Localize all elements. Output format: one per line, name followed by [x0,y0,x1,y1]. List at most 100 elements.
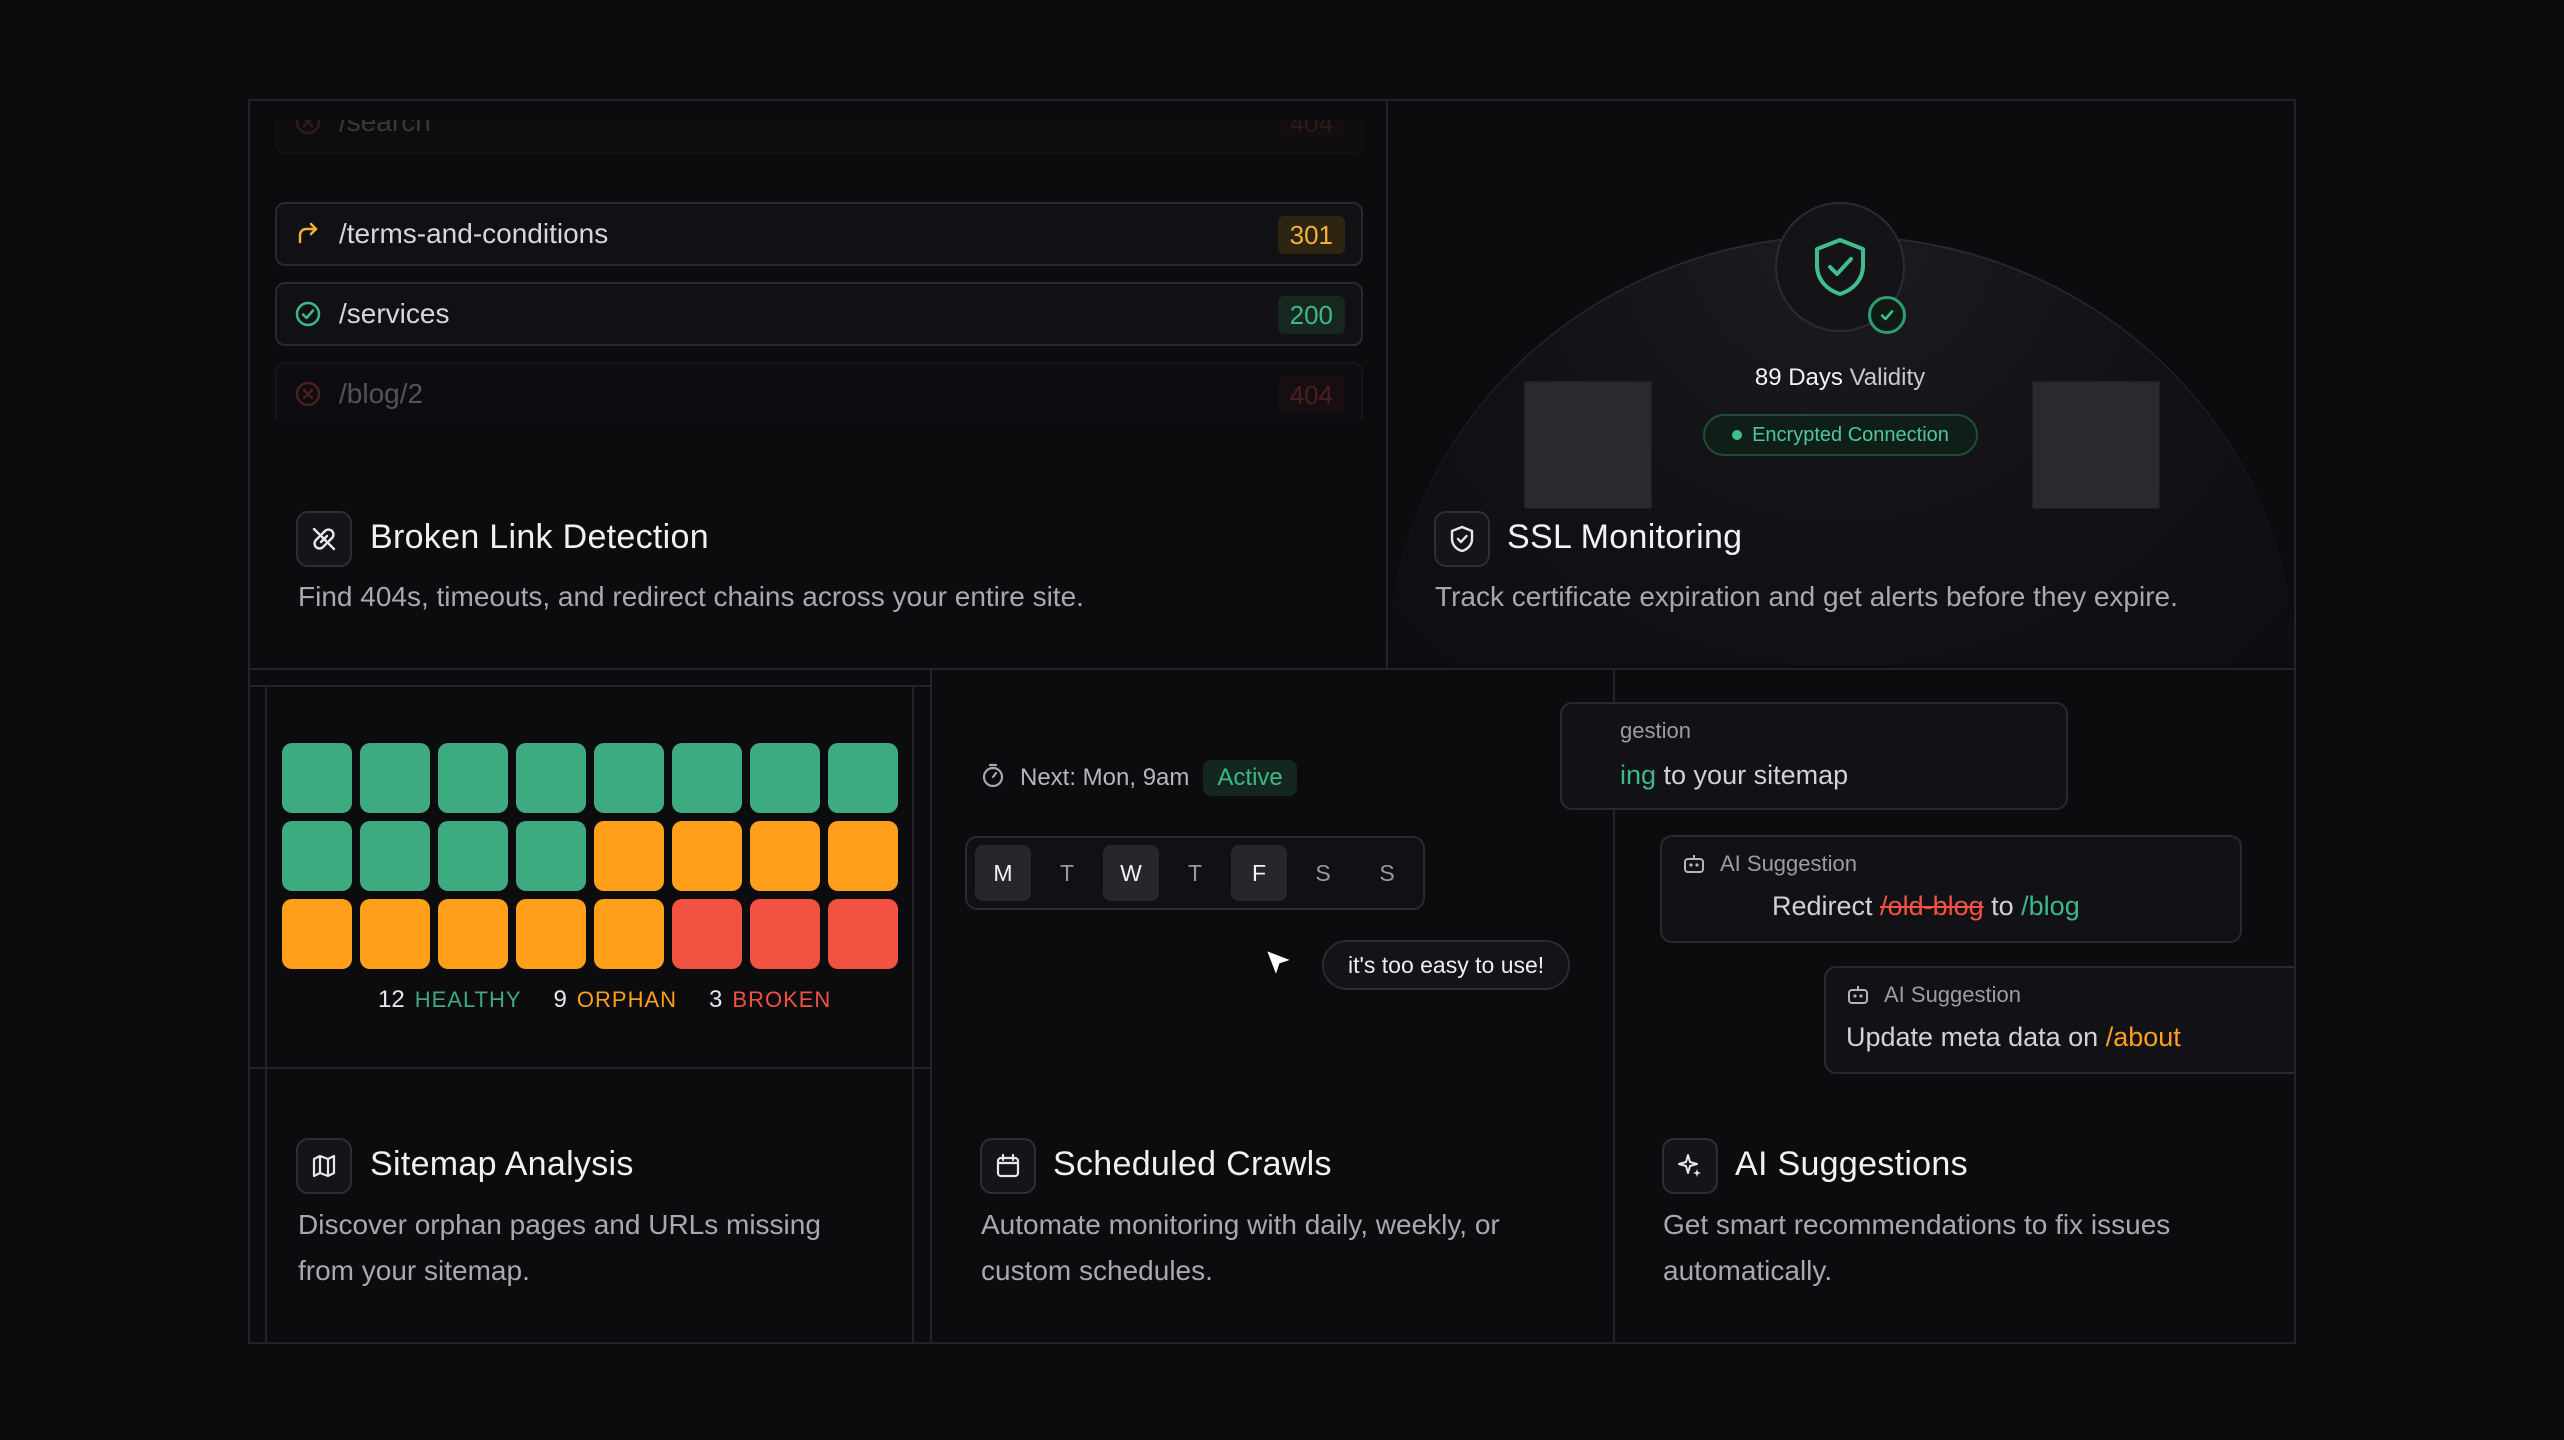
shield-icon [1434,511,1490,567]
day-toggle-fri[interactable]: F [1231,845,1287,901]
feature-description: Get smart recommendations to fix issues … [1663,1209,2171,1286]
next-run-row: Next: Mon, 9am Active [980,760,1297,796]
legend-healthy: 12 HEALTHY [378,986,522,1013]
ai-suggestion-label: AI Suggestion [1682,851,1857,877]
map-icon [296,1138,352,1194]
redirect-icon [291,217,325,251]
orphan-page-block [594,821,664,891]
error-icon [291,120,325,139]
divider [1386,99,1388,669]
healthy-page-block [360,821,430,891]
link-path: /services [339,298,450,329]
orphan-page-block [438,899,508,969]
divider [912,685,914,1344]
link-path: /search [339,120,431,137]
orphan-page-block [282,899,352,969]
link-path: /terms-and-conditions [339,218,609,249]
sparkles-icon [1662,1138,1718,1194]
legend-orphan: 9 ORPHAN [553,986,678,1013]
status-code-badge: 404 [1277,376,1345,414]
link-row[interactable]: /terms-and-conditions 301 [275,202,1363,266]
orphan-page-block [360,899,430,969]
day-toggle-sat[interactable]: S [1295,845,1351,901]
ai-suggestion-card[interactable]: AI Suggestion Redirect /old-blog to /blo… [1660,835,2242,943]
feature-description: Automate monitoring with daily, weekly, … [981,1209,1500,1286]
sitemap-legend: 12 HEALTHY 9 ORPHAN 3 BROKEN [378,986,831,1014]
link-row[interactable]: /blog/2 404 [275,362,1363,420]
status-dot [1732,430,1743,440]
legend-broken: 3 BROKEN [709,986,832,1013]
link-list: /search 404 /terms-and-conditions 301 /s… [275,120,1363,420]
healthy-page-block [438,743,508,813]
orphan-page-block [750,821,820,891]
divider [248,685,930,687]
link-path: /blog/2 [339,378,424,409]
healthy-page-block [516,743,586,813]
healthy-page-block [360,743,430,813]
check-circle-icon [291,297,325,331]
encrypted-label: Encrypted Connection [1752,423,1949,446]
feature-description: Find 404s, timeouts, and redirect chains… [298,581,1084,612]
status-code-badge: 301 [1277,216,1345,254]
status-code-badge: 200 [1277,296,1345,334]
ai-suggestion-label: gestion [1620,718,1691,743]
link-row[interactable]: /services 200 [275,282,1363,346]
day-toggle-mon[interactable]: M [975,845,1031,901]
feature-description: Discover orphan pages and URLs missing f… [298,1209,821,1286]
status-code-badge: 404 [1277,120,1345,142]
timer-icon [980,762,1006,795]
tooltip: it's too easy to use! [1322,940,1571,990]
next-run-label: Next: Mon, 9am [1020,764,1190,791]
broken-page-block [750,899,820,969]
encrypted-badge: Encrypted Connection [1703,414,1978,456]
healthy-page-block [672,743,742,813]
bot-icon [1684,855,1704,873]
day-toggle-sun[interactable]: S [1359,845,1415,901]
bot-icon [1848,986,1868,1004]
validity-label: Validity [1849,364,1926,391]
orphan-page-block [828,821,898,891]
cursor-icon [1262,946,1296,985]
calendar-icon [980,1138,1036,1194]
divider [930,668,932,1344]
ai-suggestion-label: AI Suggestion [1846,982,2021,1008]
day-toggle-tue[interactable]: T [1039,845,1095,901]
healthy-page-block [828,743,898,813]
divider [248,1067,930,1069]
day-picker: M T W T F S S [965,836,1425,910]
validity-text: 89 Days Validity [1700,364,1980,392]
link-row[interactable]: /search 404 [275,120,1363,154]
divider [248,668,2296,670]
orphan-page-block [516,899,586,969]
check-icon [1868,296,1906,334]
validity-days: 89 Days [1754,364,1843,391]
broken-page-block [828,899,898,969]
ai-suggestion-text: Redirect /old-blog to /blog [1772,891,2080,921]
broken-page-block [672,899,742,969]
divider [265,685,267,1344]
feature-title: Broken Link Detection [370,518,709,556]
feature-title: AI Suggestions [1735,1145,1968,1183]
ai-suggestion-card[interactable]: AI Suggestion Update meta data on /about [1824,966,2294,1074]
ai-suggestion-text: ing to your sitemap [1620,760,1849,790]
status-badge: Active [1203,760,1297,796]
healthy-page-block [282,743,352,813]
day-toggle-thu[interactable]: T [1167,845,1223,901]
healthy-page-block [750,743,820,813]
healthy-page-block [594,743,664,813]
day-toggle-wed[interactable]: W [1103,845,1159,901]
healthy-page-block [438,821,508,891]
healthy-page-block [516,821,586,891]
feature-title: Scheduled Crawls [1053,1145,1332,1183]
ai-suggestion-card[interactable]: gestion ing to your sitemap [1560,702,2068,810]
orphan-page-block [672,821,742,891]
ai-suggestion-text: Update meta data on /about [1846,1022,2181,1052]
shield-check-icon [1815,238,1865,296]
feature-description: Track certificate expiration and get ale… [1435,581,2178,612]
feature-title: SSL Monitoring [1507,518,1743,556]
feature-title: Sitemap Analysis [370,1145,634,1183]
healthy-page-block [282,821,352,891]
orphan-page-block [594,899,664,969]
broken-link-icon [296,511,352,567]
error-icon [291,377,325,411]
